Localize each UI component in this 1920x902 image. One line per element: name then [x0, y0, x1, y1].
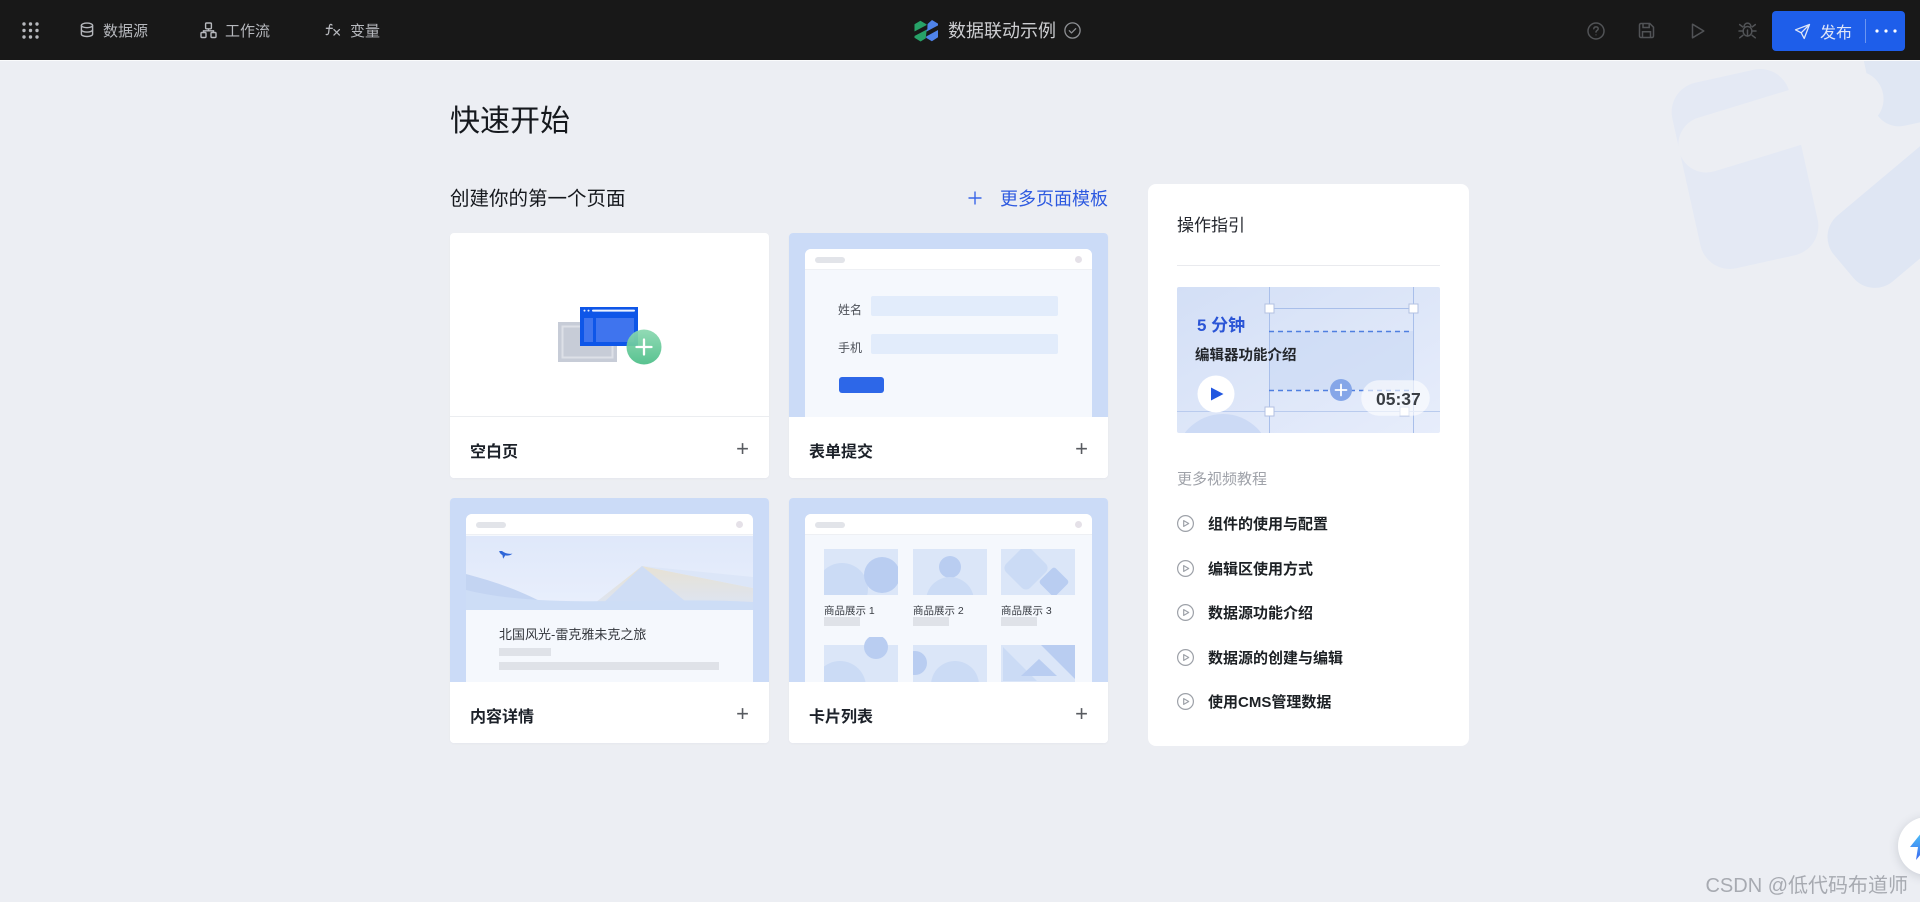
svg-text:05:37: 05:37 [1376, 389, 1421, 409]
svg-text:5 分钟: 5 分钟 [1197, 316, 1245, 335]
svg-text:编辑器功能介绍: 编辑器功能介绍 [1195, 346, 1297, 364]
